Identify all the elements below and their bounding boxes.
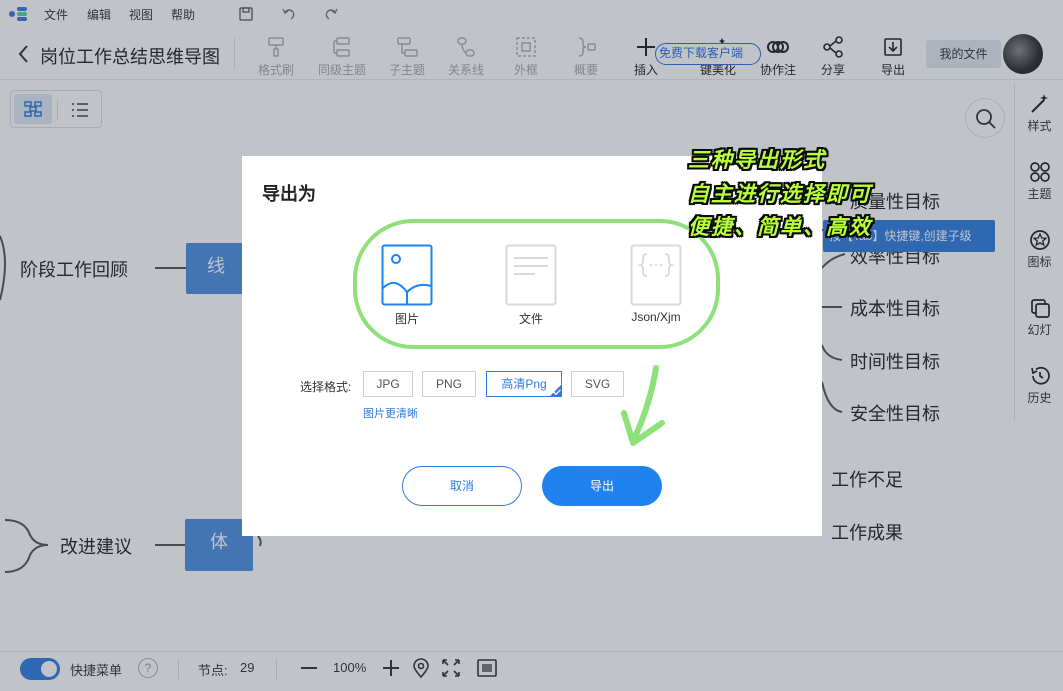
annotation-line-3: 便捷、简单、高效: [688, 216, 872, 239]
format-png-button[interactable]: PNG: [422, 371, 476, 397]
annotation-line-1: 三种导出形式: [688, 149, 826, 172]
cancel-button[interactable]: 取消: [402, 466, 522, 506]
annotation-arrow-icon: [621, 365, 665, 446]
format-label: 选择格式:: [300, 380, 352, 394]
format-hd-png-button[interactable]: 高清Png: [486, 371, 562, 397]
export-dialog-title: 导出为: [262, 184, 316, 204]
export-confirm-button[interactable]: 导出: [542, 466, 662, 506]
format-jpg-button[interactable]: JPG: [363, 371, 413, 397]
check-icon: [553, 389, 561, 395]
format-hd-png-label: 高清Png: [501, 377, 547, 391]
format-svg-button[interactable]: SVG: [571, 371, 624, 397]
annotation-highlight-ellipse: [353, 219, 720, 349]
format-hint: 图片更清晰: [363, 408, 418, 420]
annotation-line-2: 自主进行选择即可: [688, 183, 872, 206]
